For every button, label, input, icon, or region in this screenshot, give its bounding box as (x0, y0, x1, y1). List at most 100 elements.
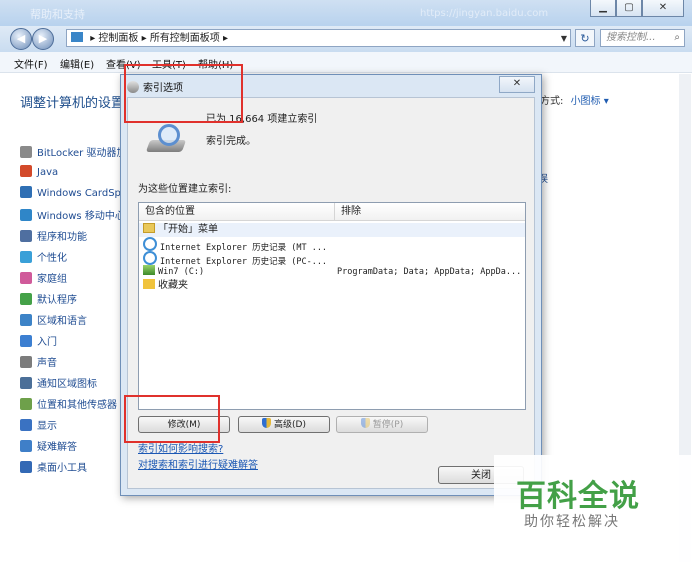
list-item-label: 个性化 (37, 253, 67, 264)
row-location: 「开始」菜单 (158, 224, 218, 235)
search-placeholder: 搜索控制... (606, 32, 656, 43)
minimize-button[interactable]: ▁ (590, 0, 616, 17)
list-item-label: BitLocker 驱动器加 (37, 148, 127, 159)
list-item-label: 区域和语言 (37, 316, 87, 327)
list-item[interactable]: 入门 (20, 333, 57, 353)
indexed-drive-icon (145, 124, 188, 158)
dialog-close-icon[interactable]: ✕ (499, 76, 535, 93)
personalization-icon (20, 251, 32, 263)
refresh-button[interactable]: ↻ (575, 29, 595, 47)
highlight-modify-button (124, 395, 220, 443)
list-item[interactable]: 区域和语言 (20, 312, 87, 332)
view-by-dropdown[interactable]: 小图标 ▾ (571, 96, 609, 107)
pause-button: 暂停(P) (336, 416, 428, 433)
row-location: Win7 (C:) (158, 267, 205, 277)
list-item[interactable]: 程序和功能 (20, 228, 87, 248)
getting-started-icon (20, 335, 32, 347)
menu-edit[interactable]: 编辑(E) (60, 56, 94, 71)
watermark-subtitle: 助你轻松解决 (524, 514, 620, 530)
folder-icon (143, 223, 155, 233)
indexed-locations-table[interactable]: 包含的位置 排除 「开始」菜单 Internet Explorer 历史记录 (… (138, 202, 526, 410)
mobility-center-icon (20, 209, 32, 221)
list-item[interactable]: 显示 (20, 417, 57, 437)
internet-explorer-icon (143, 237, 157, 251)
globe-icon (20, 314, 32, 326)
advanced-button-label: 高级(D) (274, 420, 306, 430)
bitlocker-icon (20, 146, 32, 158)
background-url: https://jingyan.baidu.com (420, 8, 549, 19)
window-title: 帮助和支持 (30, 8, 85, 21)
troubleshoot-search-link[interactable]: 对搜索和索引进行疑难解答 (138, 456, 258, 471)
address-bar[interactable]: ▸ 控制面板 ▸ 所有控制面板项 ▸ ▼ (66, 29, 571, 47)
window-controls: ▁ ▢ ✕ (590, 0, 684, 17)
breadcrumb-sep-icon: ▸ (141, 33, 147, 44)
back-button[interactable]: ◀ (10, 28, 32, 50)
column-header-included[interactable]: 包含的位置 (139, 203, 335, 221)
favorites-star-icon (143, 279, 155, 289)
list-item[interactable]: 家庭组 (20, 270, 67, 290)
control-panel-icon (71, 32, 83, 42)
list-item[interactable]: 桌面小工具 (20, 459, 87, 479)
list-item-label: Windows 移动中心 (37, 211, 125, 222)
table-row[interactable]: Internet Explorer 历史记录 (PC-... (139, 251, 525, 267)
breadcrumb-sep-icon: ▸ (223, 33, 229, 44)
list-item-label: 通知区域图标 (37, 379, 97, 390)
column-header-excluded[interactable]: 排除 (335, 203, 525, 221)
page-title: 调整计算机的设置 (20, 96, 125, 111)
list-item-label: 家庭组 (37, 274, 67, 285)
table-row[interactable]: Internet Explorer 历史记录 (MT ... (139, 237, 525, 253)
pause-button-label: 暂停(P) (372, 420, 404, 430)
list-item-label: 位置和其他传感器 (37, 400, 117, 411)
list-item-label: 疑难解答 (37, 442, 77, 453)
row-exclude: ProgramData; Data; AppData; AppDa... (337, 267, 522, 277)
java-icon (20, 165, 32, 177)
view-by-label: 方式: (540, 96, 564, 107)
list-item[interactable]: BitLocker 驱动器加 (20, 144, 126, 164)
sensor-icon (20, 398, 32, 410)
table-row[interactable]: 「开始」菜单 (139, 223, 525, 237)
table-row[interactable]: Win7 (C:) ProgramData; Data; AppData; Ap… (139, 265, 525, 279)
list-item[interactable]: 默认程序 (20, 291, 77, 311)
advanced-button[interactable]: 高级(D) (238, 416, 330, 433)
menu-file[interactable]: 文件(F) (14, 56, 48, 71)
programs-icon (20, 230, 32, 242)
list-item-label: 桌面小工具 (37, 463, 87, 474)
list-item-label: Windows CardSp (37, 188, 121, 199)
watermark-title: 百科全说 (516, 479, 640, 514)
maximize-button[interactable]: ▢ (616, 0, 642, 17)
list-item[interactable]: Windows 移动中心 (20, 207, 125, 227)
troubleshoot-icon (20, 440, 32, 452)
breadcrumb-all-items[interactable]: 所有控制面板项 (150, 33, 220, 44)
list-item[interactable]: 通知区域图标 (20, 375, 97, 395)
list-item-label: 显示 (37, 421, 57, 432)
list-item[interactable]: Windows CardSp (20, 186, 121, 206)
navigation-bar: ◀ ▶ ▸ 控制面板 ▸ 所有控制面板项 ▸ ▼ ↻ 搜索控制... ⌕ (0, 26, 692, 52)
view-by: 方式: 小图标 ▾ (540, 92, 609, 107)
list-item-label: 声音 (37, 358, 57, 369)
list-item[interactable]: 声音 (20, 354, 57, 374)
close-window-button[interactable]: ✕ (642, 0, 684, 17)
highlight-dialog-title (124, 64, 243, 123)
gadgets-icon (20, 461, 32, 473)
window-title-bar: 帮助和支持 https://jingyan.baidu.com ▁ ▢ ✕ (0, 0, 692, 26)
search-input[interactable]: 搜索控制... ⌕ (600, 29, 685, 47)
speaker-icon (20, 356, 32, 368)
breadcrumb-control-panel[interactable]: 控制面板 (98, 33, 138, 44)
list-item[interactable]: 位置和其他传感器 (20, 396, 117, 416)
list-item[interactable]: 疑难解答 (20, 438, 77, 458)
list-item[interactable]: Java (20, 165, 58, 185)
menu-bar: 文件(F) 编辑(E) 查看(V) 工具(T) 帮助(H) (0, 52, 692, 73)
forward-button[interactable]: ▶ (32, 28, 54, 50)
list-item-label: 默认程序 (37, 295, 77, 306)
table-row[interactable]: 收藏夹 (139, 279, 525, 293)
uac-shield-icon (262, 418, 272, 428)
list-item[interactable]: 个性化 (20, 249, 67, 269)
homegroup-icon (20, 272, 32, 284)
row-location: 收藏夹 (158, 280, 188, 291)
chevron-down-icon[interactable]: ▼ (561, 30, 567, 48)
list-item-label: Java (37, 167, 59, 178)
uac-shield-icon (360, 418, 370, 428)
indexing-status-text: 索引完成。 (206, 136, 256, 147)
watermark: 百科全说 助你轻松解决 (494, 455, 692, 564)
search-icon[interactable]: ⌕ (674, 30, 680, 46)
